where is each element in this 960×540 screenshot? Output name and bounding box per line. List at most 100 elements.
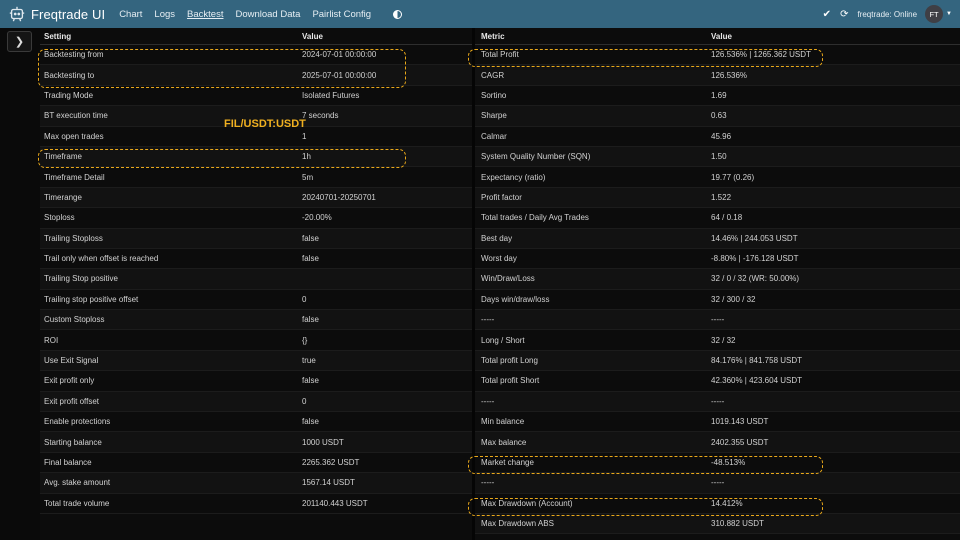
row-label: Trail only when offset is reached: [44, 254, 159, 264]
row-label: Long / Short: [481, 335, 525, 345]
row-value: false: [302, 315, 319, 325]
row-label: Exit profit offset: [44, 396, 99, 406]
row-value: 2265.362 USDT: [302, 458, 360, 467]
row-value: Isolated Futures: [302, 90, 360, 100]
row-label: Total profit Short: [481, 376, 540, 386]
caret-down-icon[interactable]: ▼: [946, 11, 952, 17]
row-label: Max open trades: [44, 131, 104, 141]
row-value: 1h: [302, 152, 311, 162]
column-header-value: Value: [711, 31, 732, 41]
row-label: Profit factor: [481, 192, 522, 202]
row-label: Total profit Long: [481, 356, 538, 366]
settings-rows: Backtesting from 2024-07-01 00:00:00 Backt…: [40, 45, 472, 514]
row-label: Calmar: [481, 131, 507, 141]
chevron-right-icon: ❯: [14, 36, 25, 48]
row-label: Use Exit Signal: [44, 356, 99, 366]
table-row: Backtesting to 2025-07-01 00:00:00: [40, 65, 472, 86]
row-value: true: [302, 356, 316, 366]
row-label: Sharpe: [481, 111, 507, 121]
row-value: 0.63: [711, 111, 727, 121]
nav-logs[interactable]: Logs: [154, 9, 175, 20]
row-label: Best day: [481, 233, 513, 243]
row-value: 126.536%: [711, 70, 748, 80]
table-row: Backtesting from 2024-07-01 00:00:00: [40, 45, 472, 66]
table-row: Worst day -8.80% | -176.128 USDT: [475, 249, 960, 270]
row-label: Market change: [481, 458, 534, 467]
table-row: Trail only when offset is reached false: [40, 249, 472, 270]
table-row: Market change -48.513%: [475, 453, 960, 474]
table-row: Trailing Stop positive: [40, 269, 472, 290]
table-row: Win/Draw/Loss 32 / 0 / 32 (WR: 50.00%): [475, 269, 960, 290]
theme-toggle-icon[interactable]: [393, 9, 403, 19]
row-value: 0: [302, 294, 307, 304]
row-value: 2025-07-01 00:00:00: [302, 70, 377, 80]
row-value: 1.69: [711, 90, 727, 100]
row-value: 1.522: [711, 192, 732, 202]
table-row: ----- -----: [475, 473, 960, 494]
row-value: 14.412%: [711, 498, 743, 508]
nav-download-data[interactable]: Download Data: [235, 9, 300, 20]
row-value: 1019.143 USDT: [711, 417, 769, 427]
table-row: Days win/draw/loss 32 / 300 / 32: [475, 290, 960, 311]
row-label: Total trades / Daily Avg Trades: [481, 213, 589, 223]
table-row: Expectancy (ratio) 19.77 (0.26): [475, 167, 960, 188]
row-label: Timeframe Detail: [44, 172, 105, 182]
brand[interactable]: Freqtrade UI: [8, 5, 105, 23]
nav-backtest[interactable]: Backtest: [187, 9, 223, 20]
table-row: ROI {}: [40, 330, 472, 351]
refresh-icon[interactable]: ⟳: [840, 9, 848, 20]
row-label: Max balance: [481, 437, 527, 447]
metrics-table: Metric Value Total Profit 126.536% | 1265…: [475, 28, 960, 540]
row-label: -----: [481, 478, 495, 488]
table-row: Min balance 1019.143 USDT: [475, 412, 960, 433]
table-row: Total Profit 126.536% | 1265.362 USDT: [475, 45, 960, 66]
row-value: {}: [302, 335, 308, 345]
row-value: -----: [711, 315, 725, 325]
row-label: Min balance: [481, 417, 525, 427]
top-navbar: Freqtrade UI Chart Logs Backtest Downloa…: [0, 0, 960, 28]
row-label: Backtesting from: [44, 50, 104, 60]
table-row: Total profit Long 84.176% | 841.758 USDT: [475, 350, 960, 372]
table-row: Max balance 2402.355 USDT: [475, 432, 960, 453]
column-header-metric: Metric: [481, 31, 505, 41]
row-value: 5m: [302, 172, 314, 182]
row-label: Backtesting to: [44, 70, 95, 80]
row-value: 19.77 (0.26): [711, 172, 755, 182]
bot-logo-icon: [9, 6, 25, 22]
settings-table-header: Setting Value: [40, 28, 472, 45]
table-row: Exit profit offset 0: [40, 391, 472, 413]
table-row: Use Exit Signal true: [40, 350, 472, 372]
row-value: 20240701-20250701: [302, 192, 376, 202]
check-icon[interactable]: ✔: [823, 9, 831, 20]
table-row: Custom Stoploss false: [40, 310, 472, 331]
avatar[interactable]: FT: [925, 5, 944, 23]
table-row: Trading Mode Isolated Futures: [40, 86, 472, 107]
row-label: Timeframe: [44, 152, 82, 162]
row-value: 1000 USDT: [302, 437, 344, 447]
table-row: CAGR 126.536%: [475, 65, 960, 86]
table-row: Trailing Stoploss false: [40, 228, 472, 249]
table-row: Timeframe Detail 5m: [40, 167, 472, 188]
table-row: Sortino 1.69: [475, 86, 960, 107]
table-row: Trailing stop positive offset 0: [40, 290, 472, 311]
row-value: 2024-07-01 00:00:00: [302, 50, 377, 60]
main-nav: Chart Logs Backtest Download Data Pairli…: [119, 9, 403, 20]
row-label: Total Profit: [481, 50, 519, 60]
sidebar-toggle-button[interactable]: ❯: [7, 31, 32, 52]
row-label: Custom Stoploss: [44, 315, 105, 325]
row-value: 0: [302, 396, 307, 406]
nav-chart[interactable]: Chart: [119, 9, 142, 20]
nav-pairlist-config[interactable]: Pairlist Config: [312, 9, 371, 20]
column-header-setting: Setting: [44, 31, 72, 41]
row-value: 1567.14 USDT: [302, 478, 355, 488]
table-row: Max Drawdown (Account) 14.412%: [475, 494, 960, 514]
row-label: Win/Draw/Loss: [481, 274, 535, 284]
table-row: Total trade volume 201140.443 USDT: [40, 494, 472, 514]
row-value: 14.46% | 244.053 USDT: [711, 233, 798, 243]
table-row: ----- -----: [475, 310, 960, 331]
table-row: Total trades / Daily Avg Trades 64 / 0.18: [475, 208, 960, 229]
row-value: -20.00%: [302, 213, 332, 223]
metrics-table-header: Metric Value: [475, 28, 960, 45]
row-value: -8.80% | -176.128 USDT: [711, 254, 799, 264]
row-value: 310.882 USDT: [711, 519, 764, 529]
